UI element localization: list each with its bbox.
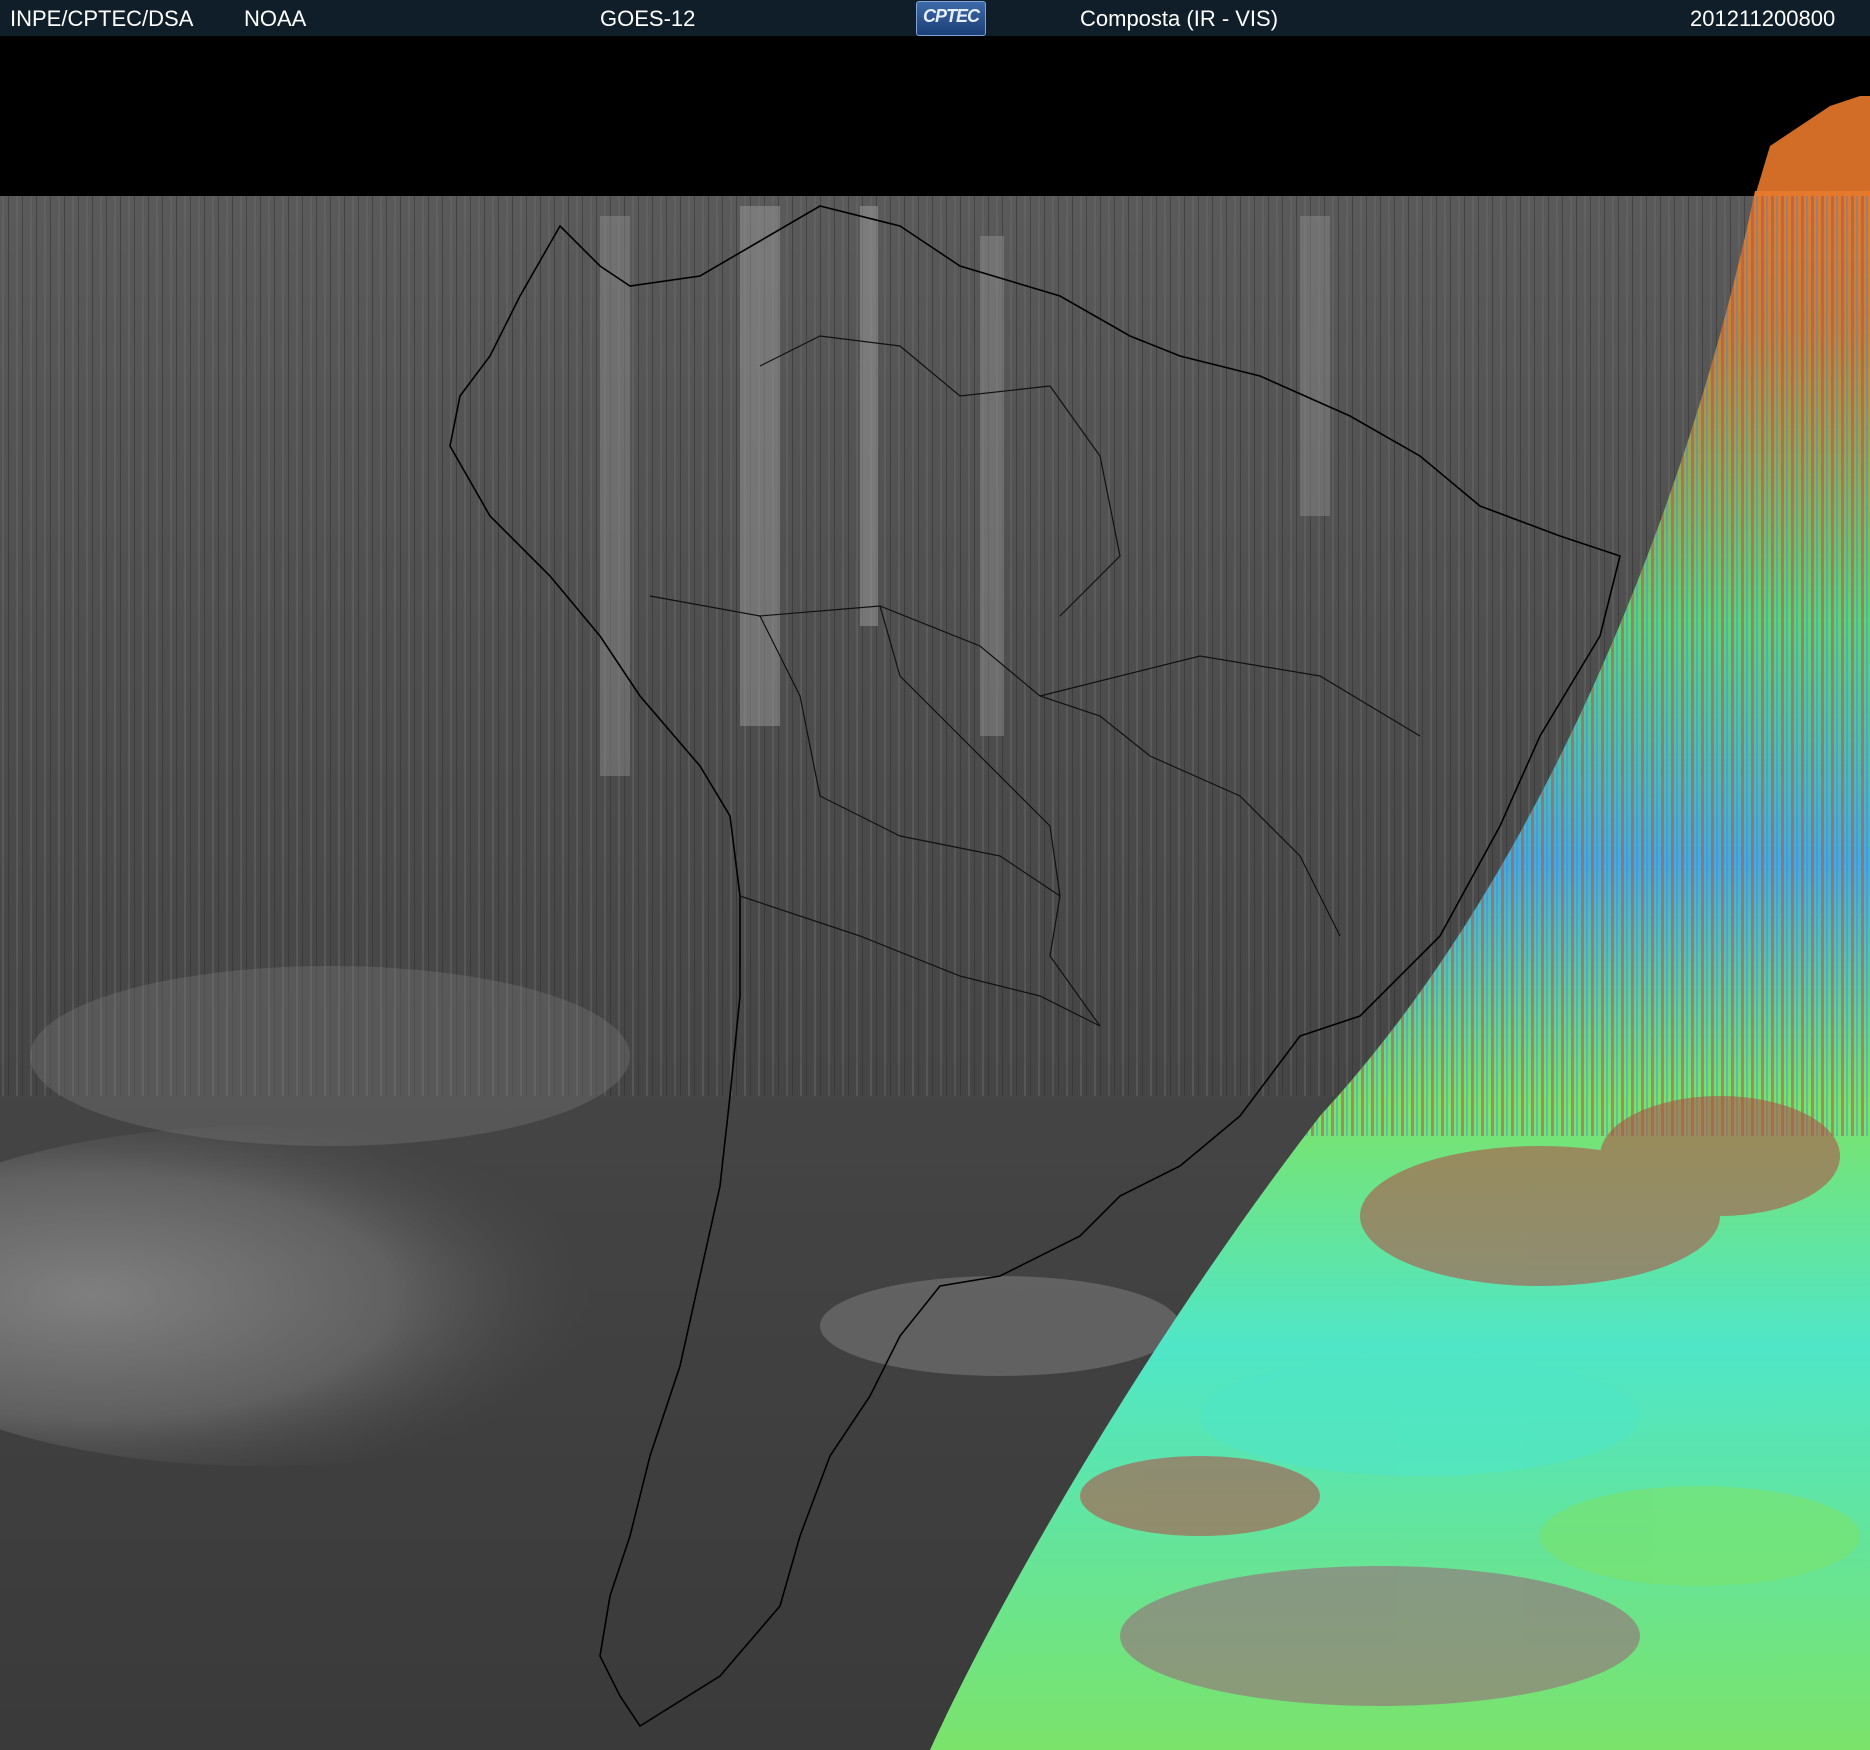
cloud-band-mid [30, 966, 630, 1146]
header-bar: INPE/CPTEC/DSA NOAA GOES-12 CPTEC Compos… [0, 0, 1870, 36]
satellite-image [0, 36, 1870, 1750]
satellite-svg [0, 36, 1870, 1750]
timestamp-label: 201211200800 [1690, 6, 1836, 31]
product-label: Composta (IR - VIS) [1080, 6, 1279, 31]
satellite-label: GOES-12 [600, 6, 696, 31]
logo-text: CPTEC [922, 6, 980, 26]
org-label: INPE/CPTEC/DSA [10, 6, 194, 31]
cptec-logo: CPTEC [916, 1, 986, 36]
cloud-patch-argentina [820, 1276, 1180, 1376]
agency-label: NOAA [244, 6, 307, 31]
space-band [0, 36, 1870, 196]
